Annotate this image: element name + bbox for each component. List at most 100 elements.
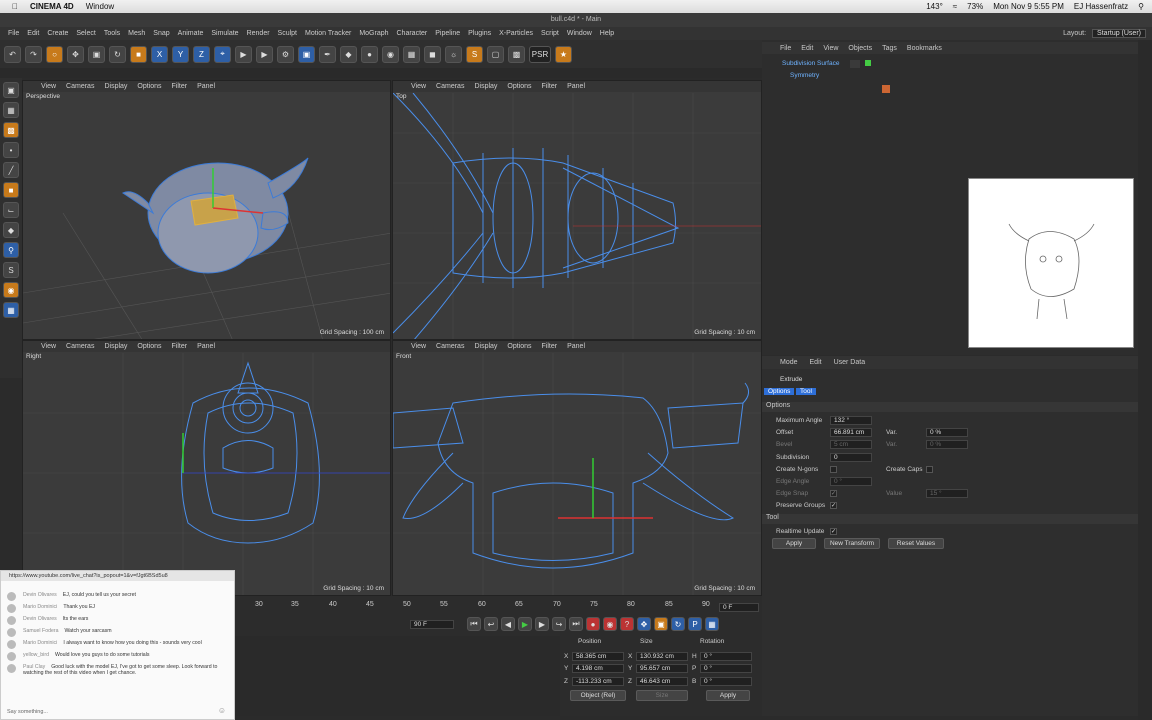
- bevel-field[interactable]: 5 cm: [830, 440, 872, 449]
- app-name[interactable]: CINEMA 4D: [30, 2, 74, 11]
- vp-filter[interactable]: Filter: [542, 343, 558, 350]
- key-param-icon[interactable]: P: [688, 617, 702, 631]
- next-key-icon[interactable]: ↪: [552, 617, 566, 631]
- vp-filter[interactable]: Filter: [172, 83, 188, 90]
- menu-render[interactable]: Render: [247, 30, 270, 37]
- key-rotation-icon[interactable]: ↻: [671, 617, 685, 631]
- enabled-check-icon[interactable]: [865, 60, 871, 66]
- camera-icon[interactable]: ◼: [424, 45, 441, 63]
- attr-edit[interactable]: Edit: [810, 359, 822, 366]
- move-icon[interactable]: ✥: [67, 45, 84, 63]
- z-axis-button[interactable]: Z: [193, 45, 210, 63]
- next-frame-icon[interactable]: ▶: [535, 617, 549, 631]
- cloner-icon[interactable]: ●: [361, 45, 378, 63]
- perspective-viewport[interactable]: View Cameras Display Options Filter Pane…: [22, 80, 391, 340]
- menu-window[interactable]: Window: [567, 30, 592, 37]
- live-chat-window[interactable]: https://www.youtube.com/live_chat?is_pop…: [0, 570, 235, 720]
- menu-simulate[interactable]: Simulate: [211, 30, 238, 37]
- live-select-icon[interactable]: ○: [46, 45, 63, 63]
- render-view-icon[interactable]: ▶: [235, 45, 252, 63]
- chat-url[interactable]: https://www.youtube.com/live_chat?is_pop…: [1, 571, 234, 581]
- menu-character[interactable]: Character: [397, 30, 428, 37]
- vp-display[interactable]: Display: [104, 83, 127, 90]
- new-transform-button[interactable]: New Transform: [824, 538, 880, 549]
- om-view[interactable]: View: [823, 45, 838, 52]
- axis-icon[interactable]: ⌙: [3, 202, 19, 218]
- vp-display[interactable]: Display: [474, 83, 497, 90]
- object-symmetry[interactable]: Symmetry: [790, 72, 819, 79]
- var-field[interactable]: 0 %: [926, 428, 968, 437]
- workplane-mode-icon[interactable]: ▦: [3, 302, 19, 318]
- undo-icon[interactable]: ↶: [4, 45, 21, 63]
- reference-image-window[interactable]: [968, 178, 1134, 348]
- go-start-icon[interactable]: ⏮: [467, 617, 481, 631]
- tab-tool[interactable]: Tool: [796, 388, 816, 395]
- z-size-field[interactable]: 46.643 cm: [636, 677, 688, 686]
- snapping-icon[interactable]: S: [3, 262, 19, 278]
- xp-icon[interactable]: ★: [555, 45, 572, 63]
- x-size-field[interactable]: 130.932 cm: [636, 652, 688, 661]
- texture-icon[interactable]: ▦: [3, 102, 19, 118]
- vp-display[interactable]: Display: [474, 343, 497, 350]
- make-editable-icon[interactable]: ▣: [3, 82, 19, 98]
- om-bookmarks[interactable]: Bookmarks: [907, 45, 942, 52]
- offset-field[interactable]: 66.891 cm: [830, 428, 872, 437]
- material-manager[interactable]: [235, 636, 560, 716]
- menu-script[interactable]: Script: [541, 30, 559, 37]
- deformer-icon[interactable]: ◉: [382, 45, 399, 63]
- go-end-icon[interactable]: ⏭: [569, 617, 583, 631]
- vp-filter[interactable]: Filter: [542, 83, 558, 90]
- p-rotation-field[interactable]: 0 °: [700, 664, 752, 673]
- polygon-tag-icon[interactable]: [882, 85, 890, 93]
- points-mode-icon[interactable]: •: [3, 142, 19, 158]
- coords-apply-button[interactable]: Apply: [706, 690, 750, 701]
- om-file[interactable]: File: [780, 45, 791, 52]
- material-icon[interactable]: ▩: [508, 45, 525, 63]
- z-position-field[interactable]: -113.233 cm: [572, 677, 624, 686]
- emoji-icon[interactable]: ☺: [218, 706, 226, 715]
- menu-window[interactable]: Window: [86, 2, 114, 11]
- var2-field[interactable]: 0 %: [926, 440, 968, 449]
- user-name[interactable]: EJ Hassenfratz: [1074, 2, 1128, 11]
- lock-icon[interactable]: ⚲: [3, 242, 19, 258]
- preserve-groups-checkbox[interactable]: ✓: [830, 502, 837, 509]
- realtime-update-checkbox[interactable]: ✓: [830, 528, 837, 535]
- apple-icon[interactable]: : [12, 2, 18, 11]
- vp-cameras[interactable]: Cameras: [66, 83, 94, 90]
- menu-x-particles[interactable]: X-Particles: [499, 30, 533, 37]
- workplane-icon[interactable]: ▢: [487, 45, 504, 63]
- psr-button[interactable]: PSR: [529, 45, 551, 63]
- menu-create[interactable]: Create: [47, 30, 68, 37]
- tab-options[interactable]: Options: [764, 388, 795, 395]
- vp-cameras[interactable]: Cameras: [436, 83, 464, 90]
- vp-panel[interactable]: Panel: [567, 343, 585, 350]
- vp-view[interactable]: View: [41, 343, 56, 350]
- menu-file[interactable]: File: [8, 30, 19, 37]
- apply-button[interactable]: Apply: [772, 538, 816, 549]
- vp-view[interactable]: View: [411, 343, 426, 350]
- key-pla-icon[interactable]: ▦: [705, 617, 719, 631]
- menu-animate[interactable]: Animate: [178, 30, 204, 37]
- om-tags[interactable]: Tags: [882, 45, 897, 52]
- menu-plugins[interactable]: Plugins: [468, 30, 491, 37]
- menu-motion-tracker[interactable]: Motion Tracker: [305, 30, 351, 37]
- redo-icon[interactable]: ↷: [25, 45, 42, 63]
- coordinate-mode-select[interactable]: Object (Rel): [570, 690, 626, 701]
- y-position-field[interactable]: 4.198 cm: [572, 664, 624, 673]
- checker-icon[interactable]: ▩: [3, 122, 19, 138]
- vp-panel[interactable]: Panel: [567, 83, 585, 90]
- vp-view[interactable]: View: [411, 83, 426, 90]
- vp-view[interactable]: View: [41, 83, 56, 90]
- rotate-icon[interactable]: ↻: [109, 45, 126, 63]
- front-viewport[interactable]: View Cameras Display Options Filter Pane…: [392, 340, 762, 596]
- subdivision-icon[interactable]: ◆: [340, 45, 357, 63]
- prev-frame-icon[interactable]: ◀: [501, 617, 515, 631]
- coordinate-system-icon[interactable]: ⌖: [214, 45, 231, 63]
- vp-options[interactable]: Options: [137, 83, 161, 90]
- vp-cameras[interactable]: Cameras: [436, 343, 464, 350]
- side-tabs[interactable]: [1138, 40, 1152, 720]
- vp-options[interactable]: Options: [137, 343, 161, 350]
- autokey-icon[interactable]: ◉: [603, 617, 617, 631]
- vp-cameras[interactable]: Cameras: [66, 343, 94, 350]
- tweak-icon[interactable]: ◆: [3, 222, 19, 238]
